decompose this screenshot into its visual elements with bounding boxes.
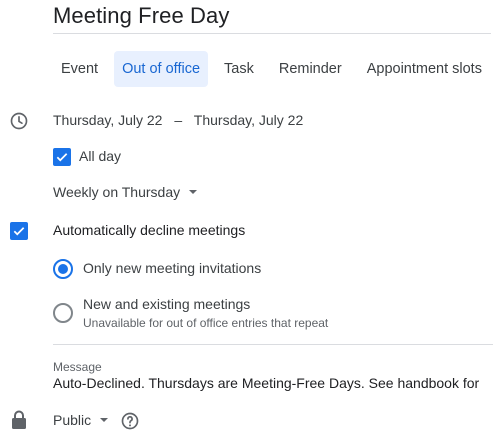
all-day-label: All day	[79, 148, 122, 164]
new-and-existing-label: New and existing meetings	[83, 296, 251, 312]
tab-reminder[interactable]: Reminder	[271, 51, 350, 87]
title-underline	[53, 33, 491, 34]
message-label: Message	[53, 360, 102, 374]
event-title-input[interactable]: Meeting Free Day	[53, 3, 229, 29]
date-separator: –	[174, 112, 183, 128]
radio-new-and-existing[interactable]	[53, 303, 73, 323]
lock-icon	[10, 410, 28, 430]
only-new-invitations-label: Only new meeting invitations	[83, 260, 262, 276]
radio-only-new-invitations[interactable]	[53, 259, 73, 279]
caret-down-icon	[100, 418, 109, 422]
date-range: Thursday, July 22 – Thursday, July 22	[53, 112, 303, 128]
tab-task[interactable]: Task	[216, 51, 262, 87]
new-and-existing-note: Unavailable for out of office entries th…	[83, 316, 329, 330]
tab-event[interactable]: Event	[53, 51, 106, 87]
message-input[interactable]: Auto-Declined. Thursdays are Meeting-Fre…	[53, 375, 483, 391]
help-circle-icon[interactable]	[120, 411, 140, 431]
decline-meetings-checkbox[interactable]	[10, 222, 28, 240]
radio-selected-dot	[58, 264, 68, 274]
visibility-value: Public	[53, 412, 92, 428]
visibility-dropdown[interactable]: Public	[53, 412, 109, 428]
all-day-checkbox[interactable]	[53, 148, 71, 166]
start-date[interactable]: Thursday, July 22	[53, 112, 162, 128]
tab-out-of-office[interactable]: Out of office	[114, 51, 209, 87]
checkmark-icon	[13, 227, 25, 236]
recurrence-dropdown[interactable]: Weekly on Thursday	[53, 184, 198, 200]
checkmark-icon	[56, 153, 68, 162]
event-type-tabs: Event Out of office Task Reminder Appoin…	[53, 51, 490, 87]
end-date[interactable]: Thursday, July 22	[194, 112, 303, 128]
recurrence-value: Weekly on Thursday	[53, 184, 181, 200]
message-divider	[53, 344, 493, 345]
tab-appointment-slots[interactable]: Appointment slots	[359, 51, 490, 87]
decline-meetings-label: Automatically decline meetings	[53, 222, 246, 238]
caret-down-icon	[189, 190, 198, 194]
clock-icon	[9, 111, 29, 131]
